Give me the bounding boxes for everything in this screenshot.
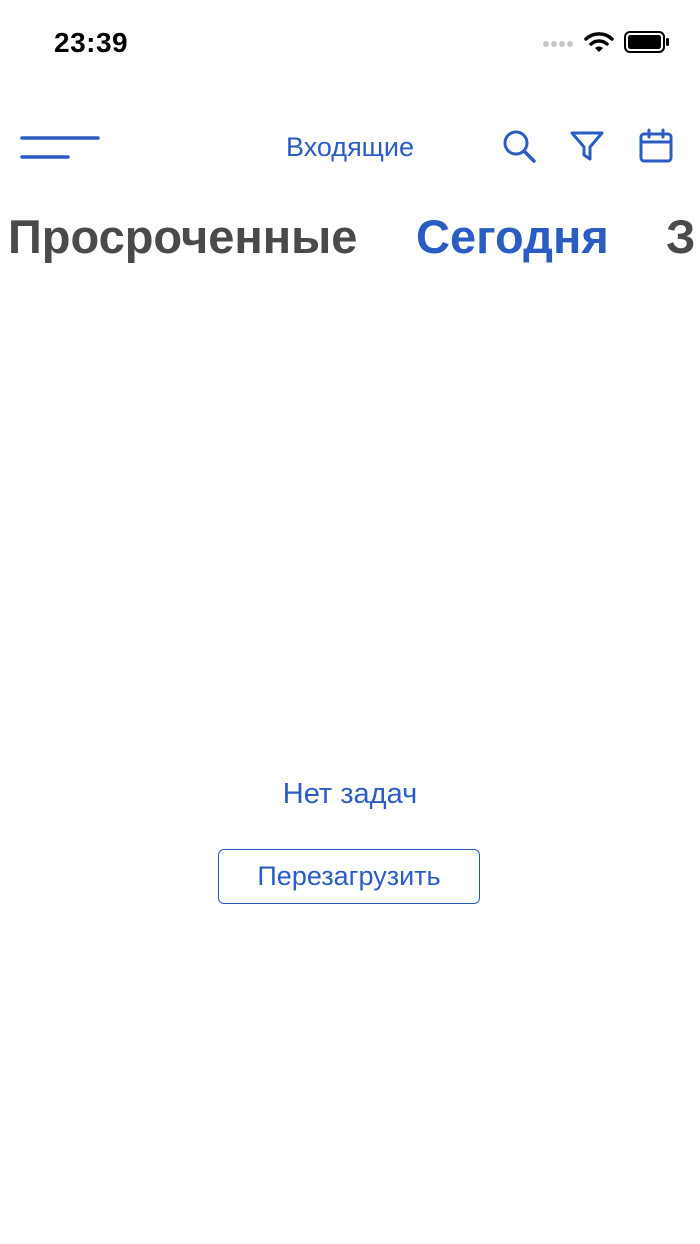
empty-state-message: Нет задач [282,778,418,810]
calendar-icon [638,128,674,169]
tab-next[interactable]: З [666,208,695,266]
wifi-icon [584,31,614,58]
battery-icon [624,30,670,58]
status-bar: 23:39 [0,0,700,88]
tab-bar: Просроченные Сегодня З [0,208,700,268]
tab-today[interactable]: Сегодня [416,208,609,266]
reload-button[interactable]: Перезагрузить [218,849,480,904]
filter-button[interactable] [567,128,607,168]
status-time: 23:39 [54,27,129,58]
filter-icon [569,128,605,169]
tab-overdue[interactable]: Просроченные [8,208,357,266]
search-button[interactable] [499,128,539,168]
search-icon [501,128,537,169]
status-icons [542,30,670,58]
calendar-button[interactable] [636,128,676,168]
cellular-signal-icon [542,35,574,53]
top-bar: Входящие [0,110,700,186]
